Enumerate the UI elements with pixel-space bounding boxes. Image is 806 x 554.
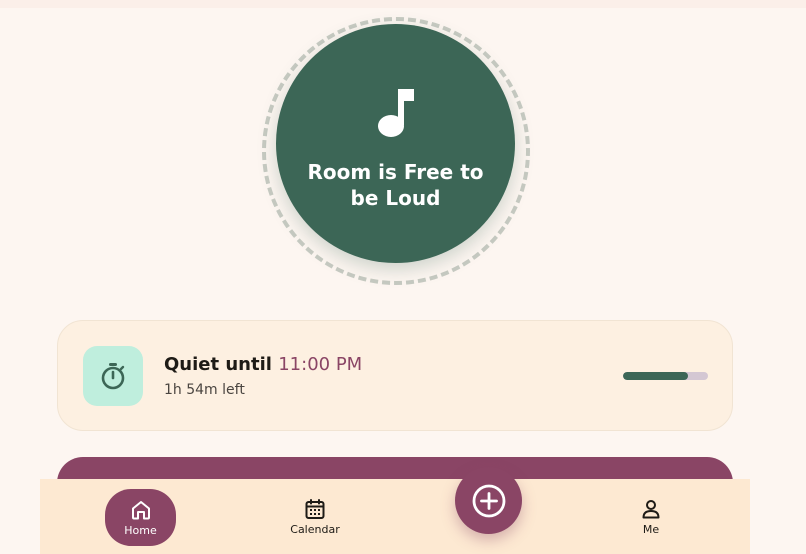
nav-calendar-label: Calendar bbox=[290, 522, 340, 536]
home-icon bbox=[131, 500, 150, 519]
music-note-icon bbox=[377, 89, 414, 137]
nav-item-me[interactable]: Me bbox=[626, 479, 676, 554]
room-status-button[interactable]: Room is Free to be Loud bbox=[276, 24, 515, 263]
bottom-nav: Home Calendar Me bbox=[40, 479, 750, 554]
calendar-icon bbox=[305, 498, 325, 519]
status-title: Room is Free to be Loud bbox=[307, 160, 484, 210]
app-page: Room is Free to be Loud Quiet until 11:0… bbox=[0, 0, 806, 554]
top-bar bbox=[0, 0, 806, 8]
quiet-remaining: 1h 54m left bbox=[164, 382, 245, 398]
quiet-progress-bar bbox=[623, 372, 708, 380]
timer-icon bbox=[101, 363, 125, 390]
nav-item-home[interactable]: Home bbox=[105, 489, 176, 546]
person-icon bbox=[642, 499, 660, 518]
quiet-title: Quiet until 11:00 PM bbox=[164, 354, 362, 375]
nav-home-label: Home bbox=[124, 523, 157, 537]
plus-circle-icon bbox=[472, 484, 505, 517]
quiet-title-prefix: Quiet until bbox=[164, 354, 272, 375]
add-button[interactable] bbox=[455, 467, 522, 534]
quiet-progress-fill bbox=[623, 372, 688, 380]
quiet-end-time: 11:00 PM bbox=[278, 354, 363, 375]
nav-me-label: Me bbox=[642, 522, 660, 536]
quiet-hours-card[interactable]: Quiet until 11:00 PM 1h 54m left bbox=[57, 320, 733, 431]
timer-tile bbox=[83, 346, 143, 406]
nav-item-calendar[interactable]: Calendar bbox=[280, 479, 350, 554]
